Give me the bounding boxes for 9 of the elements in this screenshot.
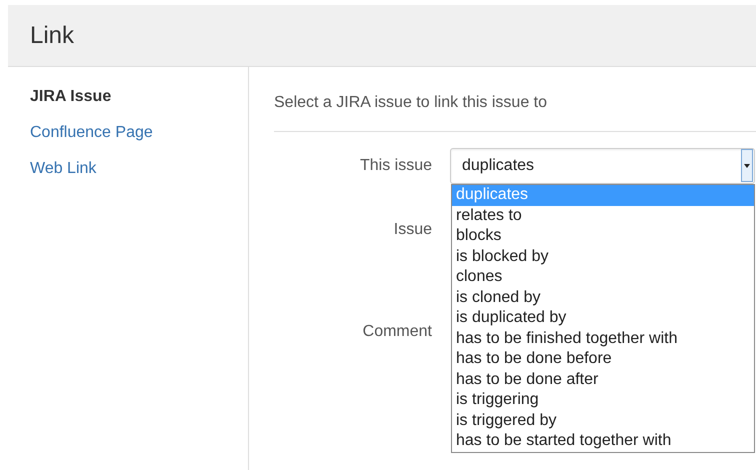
field-label: This issue (360, 156, 432, 176)
dialog-title: Link (30, 22, 74, 50)
link-type-select[interactable]: duplicates (450, 148, 755, 184)
intro-text: Select a JIRA issue to link this issue to (274, 93, 548, 113)
sidebar-item[interactable]: Confluence Page (30, 123, 248, 143)
field-label: Comment (362, 322, 432, 342)
sidebar-item[interactable]: Web Link (30, 159, 248, 179)
field-label: Issue (394, 220, 432, 240)
sidebar-item[interactable]: JIRA Issue (30, 87, 248, 107)
